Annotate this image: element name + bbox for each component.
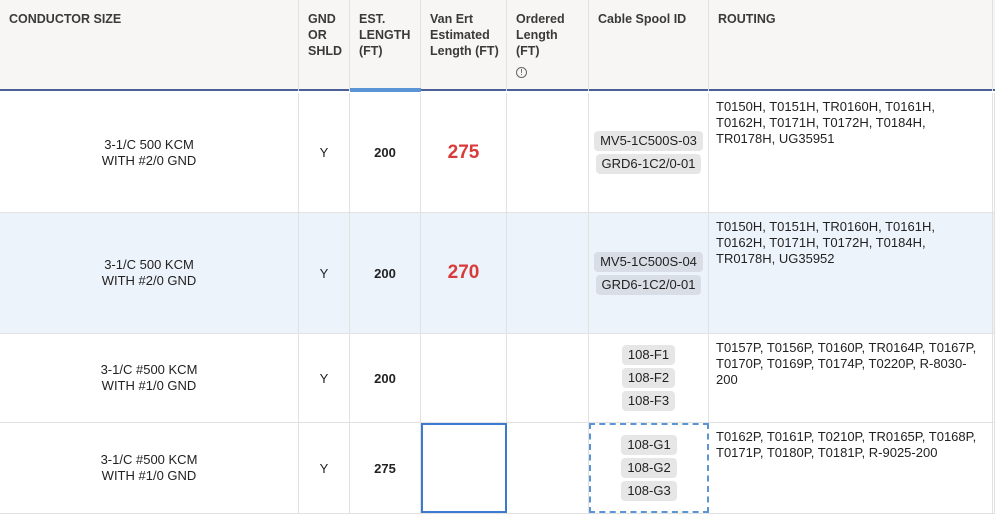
header-ordered-label: Ordered Length (FT) bbox=[516, 12, 565, 58]
est-length-cell[interactable]: 200 bbox=[350, 93, 421, 212]
table-header: CONDUCTOR SIZE GND OR SHLD EST. LENGTH (… bbox=[0, 0, 995, 91]
van-ert-length-cell[interactable]: 275 bbox=[421, 93, 507, 212]
table-row: 3-1/C 500 KCM WITH #2/0 GND Y 200 270 MV5… bbox=[0, 213, 995, 334]
ordered-length-cell[interactable] bbox=[507, 334, 589, 422]
header-est-length[interactable]: EST. LENGTH (FT) bbox=[350, 0, 421, 91]
est-length-cell[interactable]: 200 bbox=[350, 213, 421, 333]
cable-spool-cell[interactable]: MV5-1C500S-04 GRD6-1C2/0-01 bbox=[589, 213, 709, 333]
ordered-length-cell[interactable] bbox=[507, 93, 589, 212]
spool-chip[interactable]: 108-G2 bbox=[621, 458, 677, 478]
cable-spool-cell[interactable]: MV5-1C500S-03 GRD6-1C2/0-01 bbox=[589, 93, 709, 212]
routing-cell[interactable]: T0162P, T0161P, T0210P, TR0165P, T0168P,… bbox=[709, 423, 993, 513]
spool-chip[interactable]: 108-G3 bbox=[621, 481, 677, 501]
cable-spool-cell[interactable]: 108-F1 108-F2 108-F3 bbox=[589, 334, 709, 422]
conductor-size-cell[interactable]: 3-1/C 500 KCM WITH #2/0 GND bbox=[0, 93, 299, 212]
spool-chip[interactable]: 108-F1 bbox=[621, 345, 676, 365]
conductor-line2: WITH #1/0 GND bbox=[101, 378, 197, 393]
routing-cell[interactable]: T0150H, T0151H, TR0160H, T0161H, T0162H,… bbox=[709, 93, 993, 212]
ordered-length-cell[interactable] bbox=[507, 423, 589, 513]
ordered-length-cell[interactable] bbox=[507, 213, 589, 333]
conductor-line1: 3-1/C #500 KCM bbox=[100, 452, 198, 467]
spool-chip[interactable]: GRD6-1C2/0-01 bbox=[595, 274, 702, 295]
spool-chip[interactable]: 108-F3 bbox=[621, 391, 676, 411]
header-conductor-size[interactable]: CONDUCTOR SIZE bbox=[0, 0, 299, 91]
spool-chip[interactable]: 108-F2 bbox=[621, 368, 676, 388]
van-ert-length-cell[interactable] bbox=[421, 423, 507, 513]
routing-cell[interactable]: T0150H, T0151H, TR0160H, T0161H, T0162H,… bbox=[709, 213, 993, 333]
conductor-size-cell[interactable]: 3-1/C #500 KCM WITH #1/0 GND bbox=[0, 334, 299, 422]
header-gnd-or-shld[interactable]: GND OR SHLD bbox=[299, 0, 350, 91]
conductor-line2: WITH #1/0 GND bbox=[101, 468, 197, 483]
gnd-cell[interactable]: Y bbox=[299, 93, 350, 212]
van-ert-length-cell[interactable]: 270 bbox=[421, 213, 507, 333]
header-van-ert-length[interactable]: Van Ert Estimated Length (FT) bbox=[421, 0, 507, 91]
conductor-line2: WITH #2/0 GND bbox=[101, 273, 197, 288]
conductor-size-cell[interactable]: 3-1/C #500 KCM WITH #1/0 GND bbox=[0, 423, 299, 513]
routing-cell[interactable]: T0157P, T0156P, T0160P, TR0164P, T0167P,… bbox=[709, 334, 993, 422]
conductor-line2: WITH #2/0 GND bbox=[101, 152, 197, 168]
est-length-cell[interactable]: 275 bbox=[350, 423, 421, 513]
header-cable-spool-id[interactable]: Cable Spool ID bbox=[589, 0, 709, 91]
header-ordered-length[interactable]: Ordered Length (FT)! bbox=[507, 0, 589, 91]
spool-chip[interactable]: GRD6-1C2/0-01 bbox=[595, 154, 702, 174]
spool-chip[interactable]: MV5-1C500S-03 bbox=[594, 131, 703, 151]
gnd-cell[interactable]: Y bbox=[299, 334, 350, 422]
info-icon[interactable]: ! bbox=[516, 67, 527, 78]
van-ert-length-cell[interactable] bbox=[421, 334, 507, 422]
spool-chip[interactable]: MV5-1C500S-04 bbox=[594, 251, 703, 272]
gnd-cell[interactable]: Y bbox=[299, 423, 350, 513]
sort-indicator bbox=[350, 88, 421, 92]
conductor-size-cell[interactable]: 3-1/C 500 KCM WITH #2/0 GND bbox=[0, 213, 299, 333]
conductor-line1: 3-1/C 500 KCM bbox=[104, 136, 194, 152]
table-row: 3-1/C 500 KCM WITH #2/0 GND Y 200 275 MV5… bbox=[0, 93, 995, 213]
gnd-cell[interactable]: Y bbox=[299, 213, 350, 333]
conductor-line1: 3-1/C #500 KCM bbox=[100, 362, 198, 377]
est-length-cell[interactable]: 200 bbox=[350, 334, 421, 422]
spool-chip[interactable]: 108-G1 bbox=[621, 435, 677, 455]
cable-spool-cell[interactable]: 108-G1 108-G2 108-G3 bbox=[589, 423, 709, 513]
table-row: 3-1/C #500 KCM WITH #1/0 GND Y 275 108-G1… bbox=[0, 423, 995, 514]
header-routing[interactable]: ROUTING bbox=[709, 0, 993, 91]
table-row: 3-1/C #500 KCM WITH #1/0 GND Y 200 108-F1… bbox=[0, 334, 995, 423]
conductor-line1: 3-1/C 500 KCM bbox=[104, 257, 194, 272]
